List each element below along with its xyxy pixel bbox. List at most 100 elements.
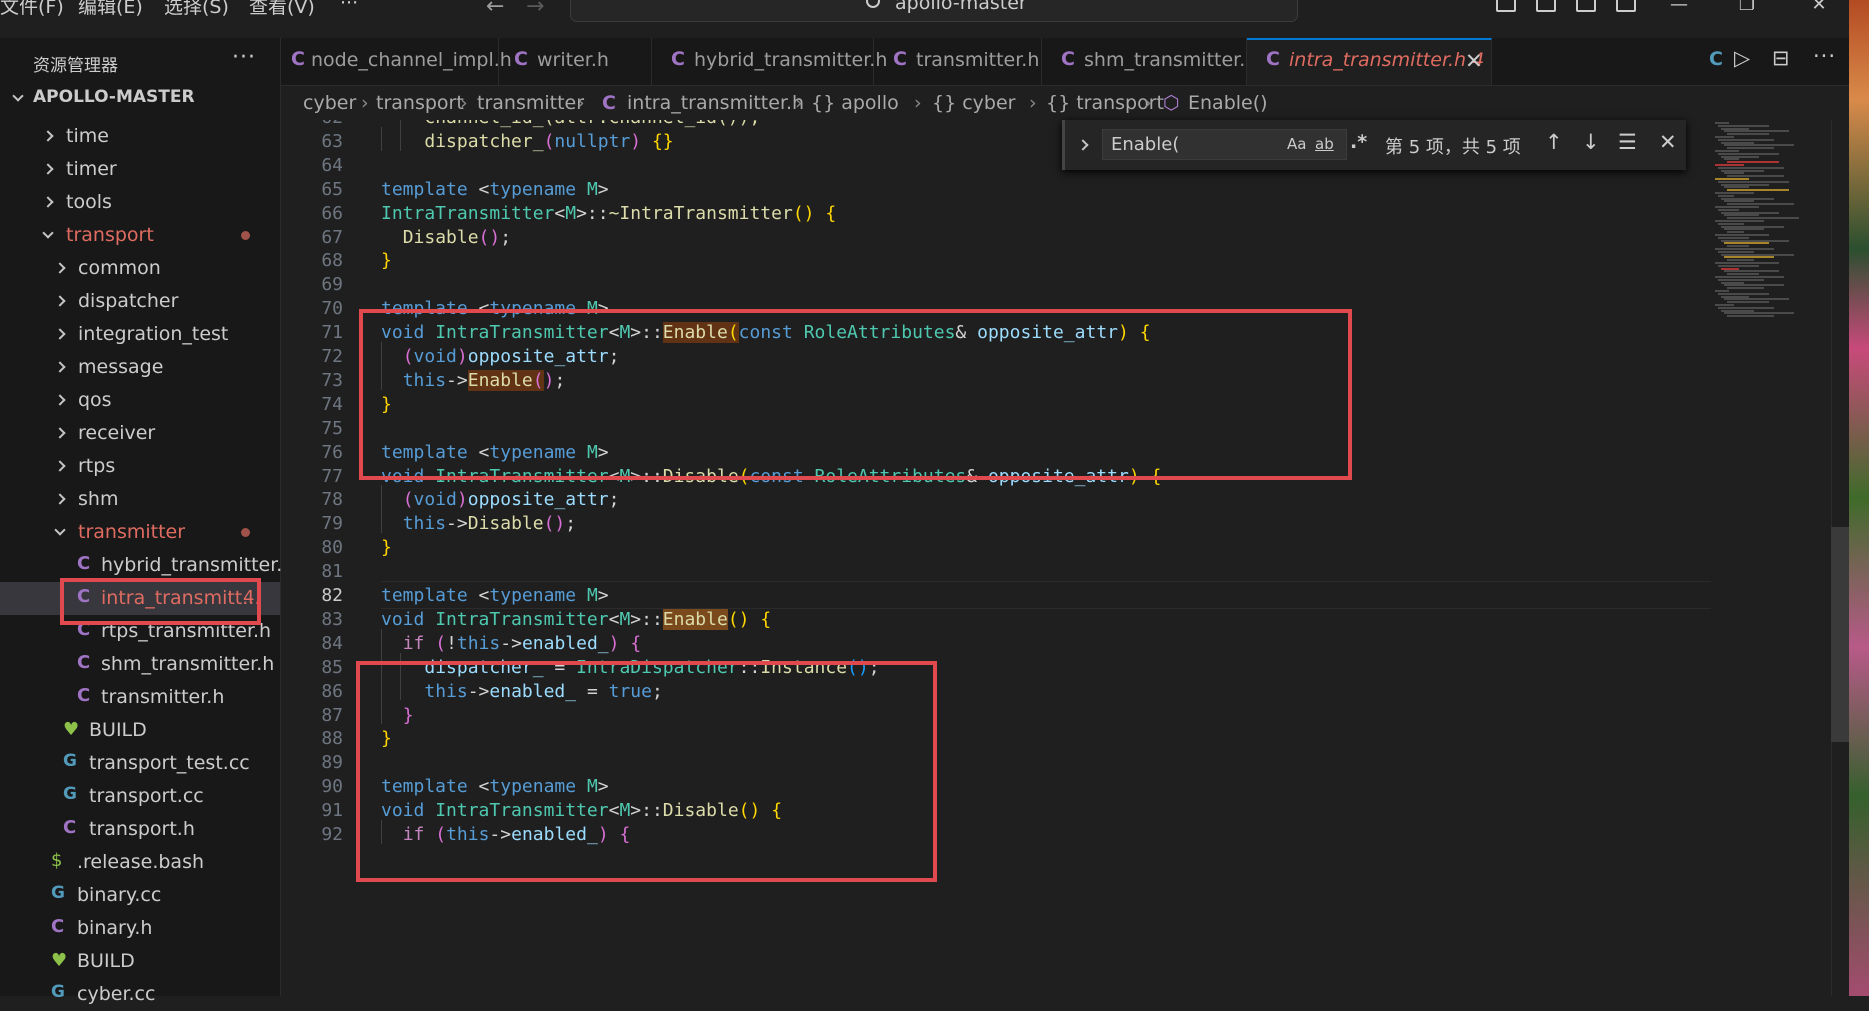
customize-layout-icon[interactable] — [1616, 0, 1636, 12]
code-token: M — [565, 202, 577, 224]
run-icon[interactable]: ▷ — [1734, 46, 1750, 70]
forward-arrow-icon[interactable]: → — [526, 0, 544, 19]
toggle-panel-icon[interactable] — [1536, 0, 1556, 12]
indent-guide — [381, 485, 382, 534]
tab-transmitter[interactable]: C transmitter.h — [874, 38, 1042, 85]
tree-item-label: shm_transmitter.h — [101, 653, 275, 675]
close-tab-icon[interactable]: ✕ — [1465, 49, 1483, 73]
minimap-line — [1727, 133, 1769, 136]
tree-item[interactable]: transport — [0, 219, 280, 252]
breadcrumb-namespace-cyber[interactable]: {} cyber — [932, 92, 1015, 114]
breadcrumb-file[interactable]: intra_transmitter.h — [627, 92, 804, 114]
menu-more[interactable]: ··· — [340, 0, 358, 14]
toggle-sidebar-icon[interactable] — [1496, 0, 1516, 12]
indent-guide — [400, 120, 401, 151]
line-number: 72 — [321, 346, 343, 367]
code-text: this->Disable(); — [381, 513, 576, 534]
minimap-line — [1718, 152, 1779, 155]
breadcrumb-transport[interactable]: transport — [376, 92, 464, 114]
line-number: 69 — [321, 274, 343, 296]
tree-item[interactable]: time — [0, 120, 280, 153]
tree-item[interactable]: ♥ BUILD — [0, 714, 280, 747]
tab-writer[interactable]: C writer.h — [499, 38, 652, 85]
tree-item-label: integration_test — [78, 323, 229, 345]
back-arrow-icon[interactable]: ← — [486, 0, 504, 19]
tab-intra-transmitter[interactable]: C intra_transmitter.h 4 ✕ — [1247, 38, 1492, 85]
tab-shm-transmitter[interactable]: C shm_transmitter.h — [1042, 38, 1257, 85]
tree-item[interactable]: Gcyber.cc — [0, 978, 280, 1011]
minimap-line — [1724, 130, 1789, 133]
tree-item[interactable]: timer — [0, 153, 280, 186]
breadcrumb-transmitter[interactable]: transmitter — [477, 92, 584, 114]
more-actions-icon[interactable]: ··· — [1813, 44, 1836, 68]
minimap-line — [1727, 189, 1789, 192]
tree-item[interactable]: qos — [0, 384, 280, 417]
tree-item[interactable]: rtps — [0, 450, 280, 483]
find-in-selection-icon[interactable]: ☰ — [1618, 130, 1637, 154]
breadcrumb-symbol[interactable]: Enable() — [1188, 92, 1268, 114]
tree-item[interactable]: Gtransport_test.cc — [0, 747, 280, 780]
shell-file-icon: $ — [51, 850, 63, 871]
menu-edit[interactable]: 编辑(E) — [78, 0, 143, 19]
line-number: 66 — [321, 202, 343, 224]
tree-item[interactable]: common — [0, 252, 280, 285]
match-whole-word-button[interactable]: ab — [1315, 135, 1334, 153]
toggle-replace-icon[interactable] — [1077, 139, 1089, 151]
menu-file[interactable]: 文件(F) — [0, 0, 64, 19]
workspace-root[interactable]: APOLLO-MASTER — [0, 85, 280, 111]
scrollbar-thumb[interactable] — [1831, 527, 1849, 742]
toggle-secondary-sidebar-icon[interactable] — [1576, 0, 1596, 12]
code-punctuation: ; — [565, 513, 577, 535]
tree-item[interactable]: shm — [0, 483, 280, 516]
code-text: if (!this->enabled_) { — [381, 632, 642, 654]
minimize-icon[interactable]: — — [1666, 0, 1692, 16]
minimap[interactable] — [1711, 120, 1831, 996]
code-punctuation: () — [543, 513, 566, 535]
tree-item[interactable]: ♥ BUILD — [0, 945, 280, 978]
regex-button[interactable]: .* — [1350, 131, 1367, 153]
find-input[interactable]: Enable( — [1102, 129, 1347, 160]
line-number: 73 — [321, 369, 343, 391]
tree-item[interactable]: Ctransmitter.h — [0, 681, 280, 714]
tree-item[interactable]: dispatcher — [0, 285, 280, 318]
tree-item[interactable]: Ctransport.h — [0, 813, 280, 846]
code-token: typename — [489, 585, 577, 606]
code-text: Disable(); — [381, 227, 511, 248]
split-editor-icon[interactable]: ⊟ — [1772, 46, 1790, 70]
tree-item[interactable]: transmitter — [0, 516, 280, 549]
modified-dot — [241, 528, 250, 537]
tab-label: writer.h — [537, 49, 609, 71]
code-token: dispatcher_ — [424, 130, 544, 152]
tree-item[interactable]: tools — [0, 186, 280, 219]
minimap-line — [1727, 203, 1794, 206]
tree-item[interactable]: receiver — [0, 417, 280, 450]
tab-node-channel-impl[interactable]: C node_channel_impl.h — [281, 38, 512, 85]
tree-item[interactable]: integration_test — [0, 318, 280, 351]
code-token: this — [456, 632, 501, 654]
close-window-icon[interactable]: ✕ — [1806, 0, 1832, 16]
minimap-line — [1721, 309, 1754, 312]
menu-view[interactable]: 查看(V) — [249, 0, 315, 19]
tree-item[interactable]: Gtransport.cc — [0, 780, 280, 813]
tree-item[interactable]: Cshm_transmitter.h — [0, 648, 280, 681]
tree-item[interactable]: Cbinary.h — [0, 912, 280, 945]
menu-selection[interactable]: 选择(S) — [164, 0, 229, 19]
tree-item[interactable]: Gbinary.cc — [0, 879, 280, 912]
breadcrumb-namespace-apollo[interactable]: {} apollo — [811, 92, 899, 114]
match-case-button[interactable]: Aa — [1287, 135, 1306, 153]
explorer-more-button[interactable]: ··· — [232, 45, 256, 70]
tree-item[interactable]: message — [0, 351, 280, 384]
tree-item-label: transmitter.h — [101, 686, 225, 708]
breadcrumb-cyber[interactable]: cyber — [303, 92, 356, 114]
code-punctuation: > — [597, 178, 609, 200]
code-token: void — [381, 608, 425, 630]
tab-hybrid-transmitter[interactable]: C hybrid_transmitter.h — [652, 38, 887, 85]
next-match-icon[interactable]: ↓ — [1582, 130, 1600, 154]
code-punctuation: { — [825, 202, 837, 224]
overflow-tab-icon[interactable]: C — [1709, 48, 1723, 70]
code-token: template — [381, 178, 468, 200]
restore-icon[interactable]: ❐ — [1734, 0, 1760, 16]
tree-item[interactable]: $ .release.bash — [0, 846, 280, 879]
previous-match-icon[interactable]: ↑ — [1545, 130, 1563, 154]
close-find-icon[interactable]: ✕ — [1659, 130, 1677, 154]
